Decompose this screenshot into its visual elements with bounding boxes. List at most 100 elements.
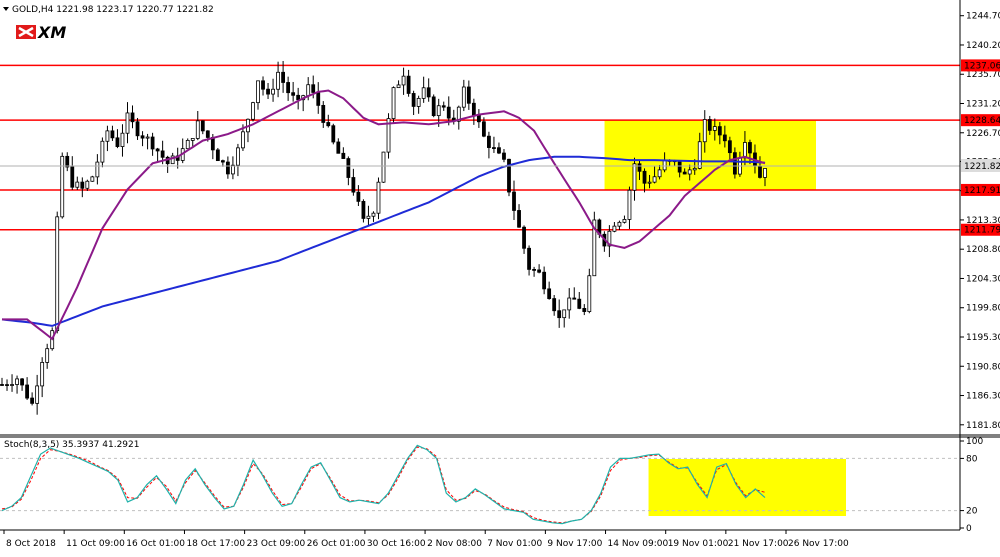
candle-body	[140, 135, 145, 139]
candle-body	[466, 86, 471, 104]
candle-body	[642, 170, 647, 184]
candle-body	[220, 160, 225, 163]
y-tick-label: 1240.20	[966, 41, 1000, 51]
candle-body	[195, 120, 200, 139]
candle-body	[80, 181, 85, 189]
candle-body	[30, 397, 35, 404]
candle-body	[321, 104, 326, 123]
candle-body	[10, 384, 14, 386]
candle-body	[276, 71, 280, 90]
y-tick-label: 1208.80	[966, 245, 1000, 255]
candle-body	[5, 384, 9, 386]
candle-body	[547, 288, 552, 299]
candle-body	[406, 75, 411, 94]
candle-body	[361, 200, 366, 219]
candle-body	[617, 221, 622, 227]
candle-body	[712, 126, 717, 131]
chart-svg: GOLD,H4 1221.98 1223.17 1220.77 1221.82 …	[0, 0, 1000, 553]
candle-body	[346, 158, 351, 178]
candle-body	[0, 384, 4, 386]
candle-body	[286, 82, 291, 94]
candle-body	[65, 155, 70, 168]
candle-body	[256, 80, 260, 104]
candle-body	[567, 297, 572, 311]
candle-body	[55, 216, 60, 332]
candle-body	[391, 87, 396, 119]
candle-body	[577, 298, 582, 309]
candle-body	[341, 152, 346, 159]
candle-body	[481, 121, 486, 137]
candle-body	[336, 141, 341, 154]
candle-body	[130, 112, 135, 123]
x-tick-label: 23 Oct 09:00	[247, 539, 306, 549]
candle-body	[436, 105, 441, 117]
candle-body	[441, 105, 446, 108]
candle-body	[426, 87, 431, 98]
candle-body	[100, 140, 105, 163]
candle-body	[431, 96, 436, 117]
level-label-text: 1228.64	[964, 116, 1000, 126]
stoch-tick-label: 20	[966, 507, 978, 517]
candle-body	[748, 142, 752, 154]
x-tick-label: 16 Oct 01:00	[126, 539, 185, 549]
candle-body	[411, 93, 416, 107]
x-tick-label: 26 Oct 01:00	[307, 539, 366, 549]
stoch-tick-label: 100	[966, 437, 983, 447]
candle-body	[225, 161, 230, 175]
candle-body	[205, 130, 210, 138]
candle-body	[522, 226, 526, 249]
candle-body	[396, 84, 401, 89]
candle-body	[306, 84, 311, 97]
x-tick-label: 19 Nov 01:00	[668, 539, 729, 549]
candle-body	[461, 86, 466, 108]
candle-body	[401, 75, 406, 86]
candle-body	[75, 181, 80, 188]
candle-body	[120, 132, 125, 147]
y-tick-label: 1244.70	[966, 12, 1000, 22]
candle-body	[727, 140, 732, 154]
candle-body	[717, 126, 722, 136]
candle-body	[190, 138, 195, 141]
candle-body	[572, 297, 577, 300]
candle-body	[682, 171, 687, 175]
candle-body	[371, 212, 376, 217]
x-tick-label: 26 Nov 17:00	[788, 539, 849, 549]
candle-body	[215, 149, 220, 162]
candle-body	[155, 148, 160, 152]
candle-body	[60, 155, 65, 218]
candle-body	[697, 141, 702, 169]
y-tick-label: 1181.80	[966, 421, 1000, 431]
candle-body	[15, 378, 19, 385]
candle-body	[291, 92, 296, 96]
candle-body	[210, 137, 215, 151]
candle-body	[416, 97, 421, 107]
level-label-text: 1211.79	[964, 226, 1000, 236]
candle-body	[652, 176, 657, 183]
candle-body	[487, 135, 491, 148]
x-tick-label: 7 Nov 01:00	[487, 539, 542, 549]
candle-body	[632, 163, 637, 191]
current-price-label: 1221.82	[961, 159, 1000, 172]
candle-body	[587, 275, 592, 312]
candle-body	[492, 147, 496, 149]
level-label-text: 1217.91	[964, 186, 1000, 196]
candle-body	[758, 165, 762, 178]
candle-body	[722, 134, 727, 142]
candle-body	[512, 191, 516, 211]
current-price-text: 1221.82	[964, 162, 1000, 172]
candle-body	[532, 268, 536, 271]
candle-body	[702, 119, 707, 143]
candle-body	[105, 130, 110, 142]
candle-body	[135, 121, 140, 137]
candle-body	[125, 112, 130, 134]
background	[0, 0, 1000, 553]
candle-body	[381, 151, 386, 183]
stoch-tick-label: 0	[966, 524, 972, 534]
candle-body	[236, 147, 240, 166]
candle-body	[70, 166, 75, 188]
candle-body	[231, 164, 235, 175]
candle-body	[743, 142, 747, 159]
candle-body	[351, 177, 356, 193]
candle-body	[241, 131, 245, 149]
y-tick-label: 1199.80	[966, 304, 1000, 314]
